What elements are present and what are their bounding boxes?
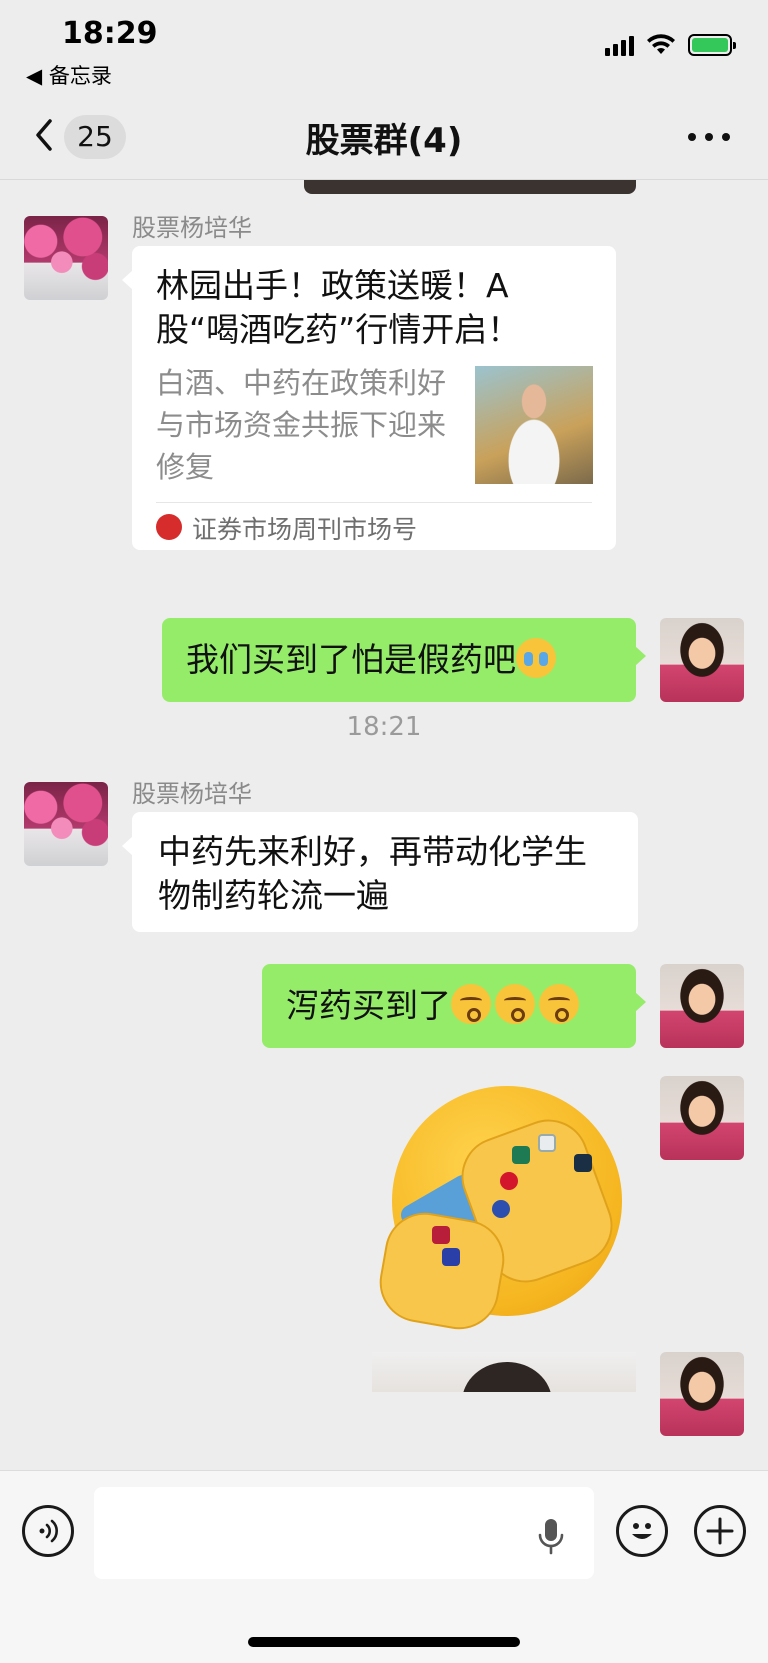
sender-name: 股票杨培华	[132, 214, 252, 242]
gem	[492, 1200, 510, 1218]
home-indicator	[248, 1637, 520, 1647]
microphone-icon[interactable]	[534, 1517, 568, 1557]
link-card-message[interactable]: 林园出手！政策送暖！A股“喝酒吃药”行情开启！ 白酒、中药在政策利好与市场资金共…	[122, 246, 616, 550]
divider	[156, 502, 592, 503]
input-bar	[0, 1470, 768, 1663]
text-message-self[interactable]: 泻药买到了	[262, 964, 646, 1048]
text-message[interactable]: 中药先来利好，再带动化学生物制药轮流一遍	[122, 812, 638, 932]
sticker-message[interactable]	[373, 1076, 632, 1336]
more-functions-button[interactable]	[694, 1505, 746, 1557]
avatar-self[interactable]	[660, 964, 744, 1048]
chat-title: 股票群(4)	[305, 121, 463, 161]
status-time: 18:29	[62, 16, 158, 51]
avatar-self[interactable]	[660, 618, 744, 702]
message-text: 泻药买到了	[286, 986, 451, 1025]
link-description: 白酒、中药在政策利好与市场资金共振下迎来修复	[156, 366, 447, 484]
battery-icon	[688, 34, 736, 56]
plus-icon	[706, 1517, 734, 1545]
back-to-app-link[interactable]: ◀ 备忘录	[26, 60, 112, 90]
chat-header: 25 股票群(4)	[0, 95, 768, 180]
more-options-icon[interactable]	[688, 133, 730, 141]
avatar[interactable]	[24, 216, 108, 300]
text-message-self[interactable]: 我们买到了怕是假药吧	[162, 618, 646, 702]
gem	[574, 1154, 592, 1172]
voice-input-button[interactable]	[22, 1505, 74, 1557]
voice-icon	[39, 1519, 58, 1543]
message-text: 中药先来利好，再带动化学生物制药轮流一遍	[158, 832, 587, 915]
gem	[500, 1172, 518, 1190]
status-icons	[605, 34, 736, 56]
smiley-icon	[632, 1523, 652, 1539]
link-thumbnail	[475, 366, 593, 484]
message-list[interactable]: 股票杨培华 林园出手！政策送暖！A股“喝酒吃药”行情开启！ 白酒、中药在政策利好…	[0, 180, 768, 1470]
cellular-signal-icon	[605, 34, 634, 56]
source-logo-icon	[156, 514, 182, 540]
gem	[512, 1146, 530, 1164]
message-input[interactable]	[94, 1487, 594, 1579]
crying-face-icon	[516, 638, 556, 678]
status-bar: 18:29 ◀ 备忘录	[0, 0, 768, 95]
link-source: 证券市场周刊市场号	[192, 515, 418, 544]
sender-name: 股票杨培华	[132, 780, 252, 808]
battery-fill	[692, 38, 728, 52]
emoji-button[interactable]	[616, 1505, 668, 1557]
gem	[442, 1248, 460, 1266]
gem	[538, 1134, 556, 1152]
previous-image-message[interactable]	[304, 180, 636, 194]
kissing-face-icon	[451, 984, 491, 1024]
wifi-icon	[647, 34, 675, 54]
avatar-self[interactable]	[660, 1076, 744, 1160]
kissing-face-icon	[495, 984, 535, 1024]
link-title: 林园出手！政策送暖！A股“喝酒吃药”行情开启！	[156, 266, 521, 349]
avatar[interactable]	[24, 782, 108, 866]
timestamp: 18:21	[346, 712, 422, 742]
gem	[432, 1226, 450, 1244]
kissing-face-icon	[539, 984, 579, 1024]
image-message[interactable]	[372, 1352, 636, 1392]
message-text: 我们买到了怕是假药吧	[186, 640, 516, 679]
avatar-self[interactable]	[660, 1352, 744, 1436]
